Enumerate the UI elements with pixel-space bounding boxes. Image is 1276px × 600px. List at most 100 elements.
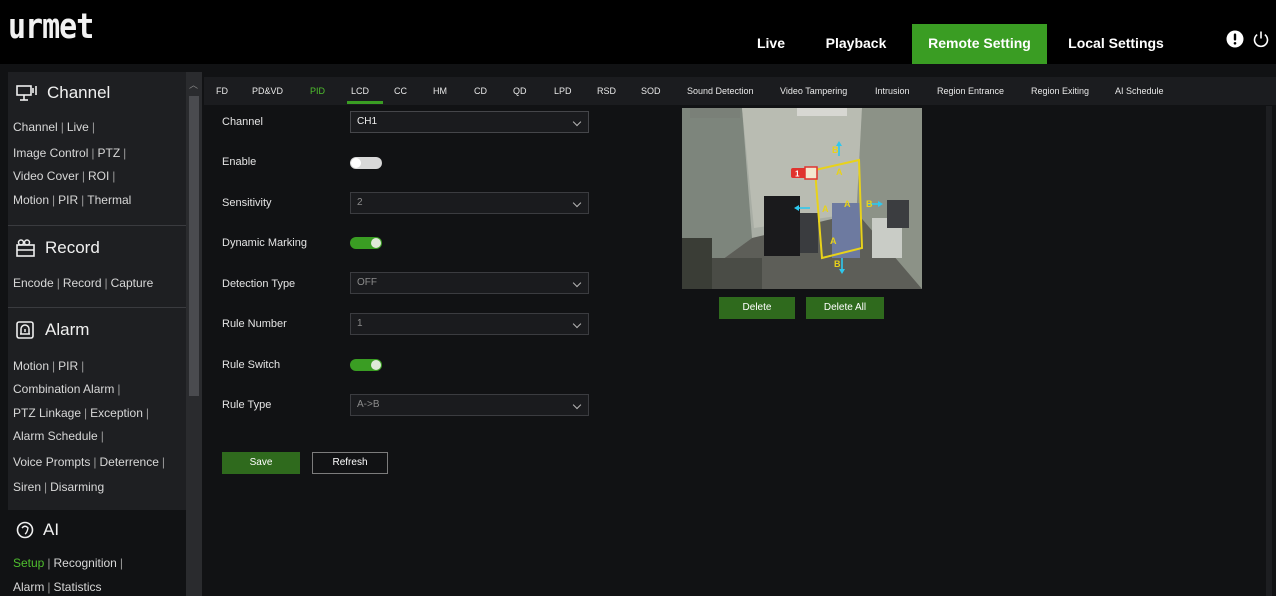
tab-region-entrance[interactable]: Region Entrance — [937, 77, 1004, 105]
marker-label: A — [836, 167, 843, 177]
nav-local-settings[interactable]: Local Settings — [1056, 24, 1176, 64]
toggle-knob — [371, 238, 381, 248]
rule-overlay[interactable]: B A A A B A B 1 — [682, 108, 922, 289]
sidebar-scrollbar[interactable]: ︿ — [186, 72, 202, 596]
marker-label: B — [866, 199, 873, 209]
refresh-button[interactable]: Refresh — [312, 452, 388, 474]
sidebar-link-voice-prompts[interactable]: Voice Prompts — [13, 455, 90, 469]
nav-remote-setting[interactable]: Remote Setting — [912, 24, 1047, 64]
dynamic-marking-toggle[interactable] — [350, 237, 382, 249]
sidebar-link-deterrence[interactable]: Deterrence — [100, 455, 159, 469]
tab-pid[interactable]: PID — [310, 77, 325, 105]
tab-cd[interactable]: CD — [474, 77, 487, 105]
scroll-up-icon[interactable]: ︿ — [189, 78, 198, 91]
enable-toggle[interactable] — [350, 157, 382, 169]
tab-lpd[interactable]: LPD — [554, 77, 572, 105]
scrollbar-thumb[interactable] — [189, 96, 199, 396]
sidebar-links-row: Video Cover | ROI | — [13, 169, 116, 183]
rule-number-select[interactable]: 1 — [350, 313, 589, 335]
tab-pd-vd[interactable]: PD&VD — [252, 77, 283, 105]
detection-type-select[interactable]: OFF — [350, 272, 589, 294]
divider — [8, 307, 186, 308]
sidebar-link-ptz-linkage[interactable]: PTZ Linkage — [13, 406, 81, 420]
sidebar-section-ai[interactable]: AI — [16, 513, 59, 547]
tab-cc[interactable]: CC — [394, 77, 407, 105]
nav-playback[interactable]: Playback — [816, 24, 896, 64]
tab-hm[interactable]: HM — [433, 77, 447, 105]
delete-all-button[interactable]: Delete All — [806, 297, 884, 319]
channel-select[interactable]: CH1 — [350, 111, 589, 133]
tab-ai-schedule[interactable]: AI Schedule — [1115, 77, 1164, 105]
sidebar-link-recognition[interactable]: Recognition — [53, 556, 116, 570]
top-bar: urmet Live Playback Remote Setting Local… — [0, 0, 1276, 64]
sidebar-section-title: Record — [45, 238, 100, 257]
content-scrollbar[interactable] — [1266, 106, 1272, 596]
tab-fd[interactable]: FD — [216, 77, 228, 105]
sidebar-links-row: Combination Alarm | — [13, 382, 121, 396]
enable-label: Enable — [222, 156, 257, 168]
urmet-logo: urmet — [8, 7, 94, 48]
sidebar-section-title: Channel — [47, 83, 111, 102]
sidebar-link-disarming[interactable]: Disarming — [50, 480, 104, 494]
sidebar-section-alarm[interactable]: Alarm — [16, 313, 89, 347]
camera-preview[interactable]: B A A A B A B 1 — [682, 108, 922, 289]
sidebar-link-alarm-motion[interactable]: Motion — [13, 359, 49, 373]
sidebar-link-ptz[interactable]: PTZ — [98, 146, 121, 160]
chevron-down-icon — [572, 198, 582, 208]
sidebar-link-statistics[interactable]: Statistics — [53, 580, 101, 594]
sidebar-links-row: Voice Prompts | Deterrence | — [13, 455, 165, 469]
sidebar-link-alarm-schedule[interactable]: Alarm Schedule — [13, 429, 98, 443]
sidebar-link-capture[interactable]: Capture — [111, 276, 154, 290]
tab-region-exiting[interactable]: Region Exiting — [1031, 77, 1089, 105]
sidebar-links-row: Motion | PIR | — [13, 359, 85, 373]
active-tab-indicator — [347, 101, 383, 104]
sidebar-section-channel[interactable]: Channel — [16, 76, 110, 110]
sidebar-link-combination-alarm[interactable]: Combination Alarm — [13, 382, 114, 396]
sidebar-links-row: Setup | Recognition | — [13, 556, 123, 570]
tab-rsd[interactable]: RSD — [597, 77, 616, 105]
channel-icon — [16, 85, 37, 101]
chevron-down-icon — [572, 319, 582, 329]
sidebar-link-roi[interactable]: ROI — [88, 169, 109, 183]
sidebar-links-row: Channel | Live | — [13, 120, 95, 134]
sidebar-section-record[interactable]: Record — [16, 231, 100, 265]
save-button[interactable]: Save — [222, 452, 300, 474]
sidebar-link-thermal[interactable]: Thermal — [87, 193, 131, 207]
delete-button[interactable]: Delete — [719, 297, 795, 319]
tab-sod[interactable]: SOD — [641, 77, 661, 105]
divider — [8, 225, 186, 226]
sidebar-link-image-control[interactable]: Image Control — [13, 146, 88, 160]
rule-type-select[interactable]: A->B — [350, 394, 589, 416]
sensitivity-select[interactable]: 2 — [350, 192, 589, 214]
sidebar-link-siren[interactable]: Siren — [13, 480, 41, 494]
dynamic-marking-label: Dynamic Marking — [222, 237, 307, 249]
sidebar-link-pir[interactable]: PIR — [58, 193, 78, 207]
sidebar-link-motion[interactable]: Motion — [13, 193, 49, 207]
rule-type-label: Rule Type — [222, 399, 272, 411]
sidebar-link-channel[interactable]: Channel — [13, 120, 58, 134]
toggle-knob — [371, 360, 381, 370]
sidebar-link-encode[interactable]: Encode — [13, 276, 54, 290]
sidebar-link-live[interactable]: Live — [67, 120, 89, 134]
sidebar-links-row: Image Control | PTZ | — [13, 146, 127, 160]
sidebar-links-row: Alarm | Statistics — [13, 580, 102, 594]
rule-number-label: Rule Number — [222, 318, 287, 330]
tab-qd[interactable]: QD — [513, 77, 527, 105]
sidebar-link-ai-alarm[interactable]: Alarm — [13, 580, 44, 594]
nav-live[interactable]: Live — [742, 24, 800, 64]
rule-switch-label: Rule Switch — [222, 359, 281, 371]
sidebar-link-video-cover[interactable]: Video Cover — [13, 169, 79, 183]
info-icon[interactable] — [1226, 30, 1244, 48]
rule-switch-toggle[interactable] — [350, 359, 382, 371]
tab-video-tampering[interactable]: Video Tampering — [780, 77, 847, 105]
tab-sound-detection[interactable]: Sound Detection — [687, 77, 754, 105]
sidebar-link-exception[interactable]: Exception — [90, 406, 143, 420]
sidebar-link-record[interactable]: Record — [63, 276, 102, 290]
power-icon[interactable] — [1252, 30, 1270, 48]
marker-label: A — [830, 236, 837, 246]
sidebar-link-alarm-pir[interactable]: PIR — [58, 359, 78, 373]
toggle-knob — [351, 158, 361, 168]
tab-intrusion[interactable]: Intrusion — [875, 77, 910, 105]
sidebar-link-setup[interactable]: Setup — [13, 556, 44, 570]
sidebar-links-row: Siren | Disarming — [13, 480, 105, 494]
